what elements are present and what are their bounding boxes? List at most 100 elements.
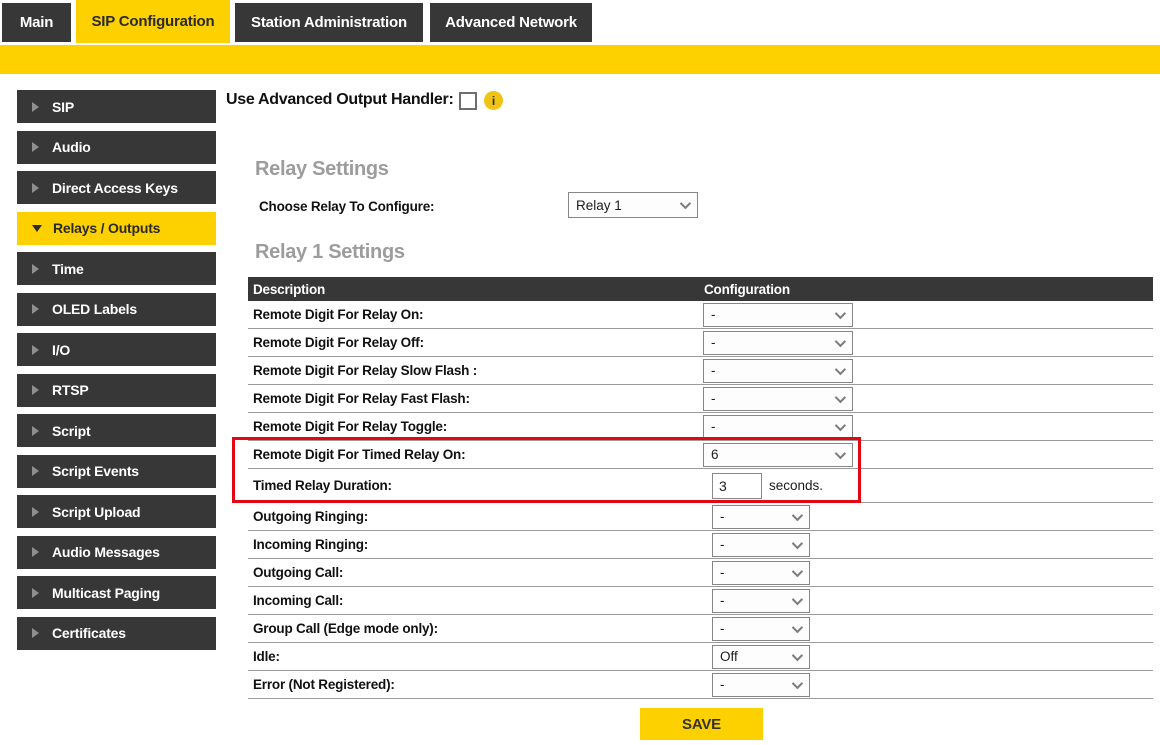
chevron-down-icon — [835, 363, 846, 374]
save-button[interactable]: SAVE — [640, 708, 763, 740]
chevron-right-icon — [32, 102, 39, 112]
duration-suffix-label: seconds. — [769, 478, 823, 493]
tab-label: SIP Configuration — [92, 13, 215, 30]
select-value: - — [720, 537, 725, 552]
row-label: Incoming Ringing: — [248, 537, 368, 552]
chevron-right-icon — [32, 628, 39, 638]
sidebar-item-oled-labels[interactable]: OLED Labels — [17, 293, 216, 326]
table-row: Error (Not Registered): - — [248, 671, 1153, 699]
sidebar-item-sip[interactable]: SIP — [17, 90, 216, 123]
sidebar-item-label: RTSP — [52, 382, 89, 398]
select-value: - — [711, 391, 716, 406]
relay1-settings-heading: Relay 1 Settings — [255, 241, 405, 264]
sidebar-item-relays-outputs[interactable]: Relays / Outputs — [17, 212, 216, 245]
chevron-right-icon — [32, 264, 39, 274]
chevron-right-icon — [32, 304, 39, 314]
tab-label: Advanced Network — [445, 14, 577, 31]
chevron-right-icon — [32, 345, 39, 355]
group-call-select[interactable]: - — [712, 617, 810, 641]
tab-sip-configuration[interactable]: SIP Configuration — [76, 0, 230, 43]
sidebar-item-time[interactable]: Time — [17, 252, 216, 285]
sidebar-item-audio[interactable]: Audio — [17, 131, 216, 164]
select-value: 6 — [711, 447, 719, 462]
sidebar-item-label: Time — [52, 261, 84, 277]
idle-select[interactable]: Off — [712, 645, 810, 669]
tab-main[interactable]: Main — [2, 3, 71, 42]
chevron-down-icon — [835, 447, 846, 458]
select-value: Off — [720, 649, 738, 664]
chevron-right-icon — [32, 142, 39, 152]
relay-settings-heading: Relay Settings — [255, 158, 389, 181]
select-value: - — [720, 621, 725, 636]
remote-digit-slow-flash-select[interactable]: - — [703, 359, 853, 383]
chevron-right-icon — [32, 183, 39, 193]
chevron-right-icon — [32, 466, 39, 476]
sidebar-item-script-events[interactable]: Script Events — [17, 455, 216, 488]
remote-digit-fast-flash-select[interactable]: - — [703, 387, 853, 411]
sidebar-item-direct-access-keys[interactable]: Direct Access Keys — [17, 171, 216, 204]
row-label: Error (Not Registered): — [248, 677, 395, 692]
row-label: Remote Digit For Relay On: — [248, 307, 423, 322]
accent-bar — [0, 45, 1160, 74]
chevron-down-icon — [835, 307, 846, 318]
chevron-down-icon — [792, 509, 803, 520]
remote-digit-relay-on-select[interactable]: - — [703, 303, 853, 327]
row-label: Outgoing Call: — [248, 565, 343, 580]
timed-relay-duration-input[interactable] — [712, 473, 762, 499]
chevron-down-icon — [680, 198, 691, 209]
sidebar-item-script-upload[interactable]: Script Upload — [17, 495, 216, 528]
row-label: Remote Digit For Timed Relay On: — [248, 447, 465, 462]
advanced-output-handler-checkbox[interactable] — [459, 92, 477, 110]
sidebar: SIP Audio Direct Access Keys Relays / Ou… — [17, 90, 216, 650]
chevron-right-icon — [32, 385, 39, 395]
select-value: - — [711, 363, 716, 378]
tab-label: Main — [20, 14, 53, 31]
choose-relay-select[interactable]: Relay 1 — [568, 192, 698, 218]
chevron-down-icon — [792, 537, 803, 548]
chevron-down-icon — [792, 649, 803, 660]
table-row: Remote Digit For Relay Slow Flash : - — [248, 357, 1153, 385]
incoming-ringing-select[interactable]: - — [712, 533, 810, 557]
table-row: Incoming Call: - — [248, 587, 1153, 615]
incoming-call-select[interactable]: - — [712, 589, 810, 613]
sidebar-item-audio-messages[interactable]: Audio Messages — [17, 536, 216, 569]
description-column-header: Description — [248, 282, 325, 297]
sidebar-item-label: Multicast Paging — [52, 585, 160, 601]
tab-station-administration[interactable]: Station Administration — [235, 3, 423, 42]
outgoing-call-select[interactable]: - — [712, 561, 810, 585]
sidebar-item-script[interactable]: Script — [17, 414, 216, 447]
chevron-down-icon — [835, 391, 846, 402]
sidebar-item-certificates[interactable]: Certificates — [17, 617, 216, 650]
sidebar-item-label: OLED Labels — [52, 301, 137, 317]
table-row: Remote Digit For Relay On: - — [248, 301, 1153, 329]
select-value: - — [711, 419, 716, 434]
table-row: Remote Digit For Timed Relay On: 6 — [248, 441, 1153, 469]
sidebar-item-rtsp[interactable]: RTSP — [17, 374, 216, 407]
row-label: Remote Digit For Relay Off: — [248, 335, 424, 350]
remote-digit-timed-relay-on-select[interactable]: 6 — [703, 443, 853, 467]
remote-digit-relay-off-select[interactable]: - — [703, 331, 853, 355]
row-label: Timed Relay Duration: — [248, 478, 392, 493]
outgoing-ringing-select[interactable]: - — [712, 505, 810, 529]
chevron-right-icon — [32, 588, 39, 598]
tab-label: Station Administration — [251, 14, 407, 31]
sidebar-item-label: Audio Messages — [52, 544, 160, 560]
sidebar-item-label: Relays / Outputs — [53, 220, 160, 236]
tab-advanced-network[interactable]: Advanced Network — [430, 3, 592, 42]
table-row: Outgoing Call: - — [248, 559, 1153, 587]
select-value: - — [720, 677, 725, 692]
sidebar-item-label: SIP — [52, 99, 74, 115]
chevron-down-icon — [792, 621, 803, 632]
row-label: Remote Digit For Relay Fast Flash: — [248, 391, 470, 406]
sidebar-item-io[interactable]: I/O — [17, 333, 216, 366]
error-not-registered-select[interactable]: - — [712, 673, 810, 697]
remote-digit-relay-toggle-select[interactable]: - — [703, 415, 853, 439]
selected-relay-value: Relay 1 — [576, 198, 622, 213]
info-icon[interactable]: i — [484, 91, 503, 110]
sidebar-item-label: Certificates — [52, 625, 126, 641]
row-label: Incoming Call: — [248, 593, 343, 608]
sidebar-item-multicast-paging[interactable]: Multicast Paging — [17, 576, 216, 609]
advanced-output-handler-label: Use Advanced Output Handler: — [226, 91, 453, 109]
sidebar-item-label: Script — [52, 423, 90, 439]
chevron-down-icon — [792, 593, 803, 604]
